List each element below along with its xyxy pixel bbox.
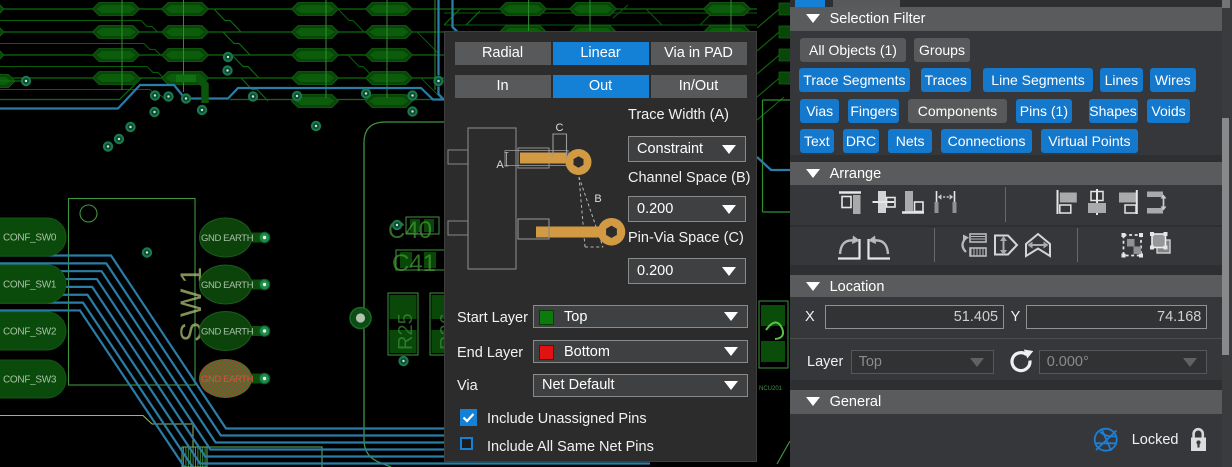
svg-text:A: A (496, 159, 504, 171)
svg-text:C: C (556, 122, 564, 134)
svg-text:CONF_SW2: CONF_SW2 (3, 327, 57, 338)
svg-text:GND EARTH: GND EARTH (201, 233, 254, 244)
svg-text:GND EARTH: GND EARTH (201, 327, 254, 338)
svg-text:NCU201: NCU201 (759, 386, 783, 392)
svg-text:R25: R25 (395, 313, 417, 350)
svg-text:CONF_SW0: CONF_SW0 (3, 233, 57, 244)
svg-text:B: B (594, 193, 601, 205)
svg-text:CONF_SW1: CONF_SW1 (3, 280, 57, 291)
svg-text:GND EARTH: GND EARTH (201, 374, 254, 385)
svg-text:C41: C41 (392, 250, 436, 277)
svg-text:CONF_SW3: CONF_SW3 (3, 375, 57, 386)
svg-text:GND EARTH: GND EARTH (201, 280, 254, 291)
